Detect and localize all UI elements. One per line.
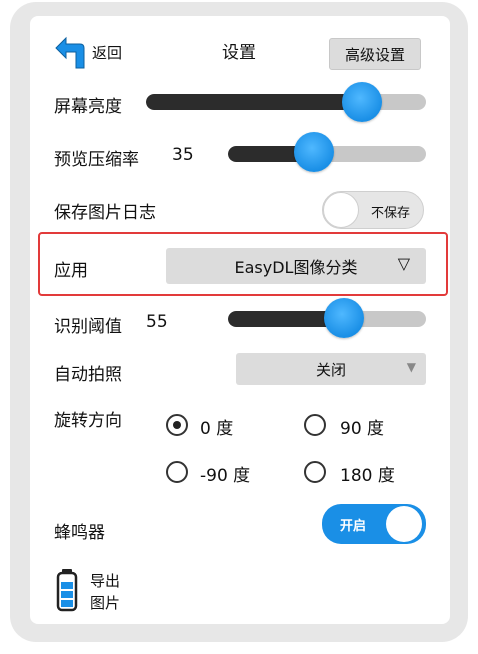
compression-value: 35 [172,145,194,165]
compression-label: 预览压缩率 [54,150,139,170]
back-label: 返回 [92,44,123,62]
radio-dot [173,421,181,429]
threshold-label: 识别阈值 [54,317,122,337]
rotation-option-label: 0 度 [200,419,234,439]
rotation-option-neg90[interactable]: -90 度 [166,459,286,487]
chevron-down-icon: ▼ [406,360,416,374]
radio-unselected[interactable] [304,461,326,483]
threshold-value: 55 [146,312,168,332]
back-button[interactable]: 返回 [54,34,134,70]
buzzer-label: 蜂鸣器 [54,523,105,543]
rotation-option-90[interactable]: 90 度 [304,412,414,440]
rotation-option-0[interactable]: 0 度 [166,412,276,440]
buzzer-toggle[interactable]: 开启 [322,504,426,544]
auto-capture-dropdown[interactable]: 关闭 ▼ [236,353,426,385]
rotation-option-label: 90 度 [340,419,385,439]
radio-unselected[interactable] [166,461,188,483]
brightness-label: 屏幕亮度 [54,97,122,117]
brightness-slider-fill [146,94,362,110]
battery-icon [56,569,78,612]
auto-capture-dropdown-value: 关闭 [315,360,346,379]
save-log-toggle[interactable]: 不保存 [322,191,424,229]
radio-selected[interactable] [166,414,188,436]
rotation-label: 旋转方向 [54,411,122,431]
advanced-settings-button[interactable]: 高级设置 [329,38,421,70]
export-images-button[interactable]: 导出 图片 [56,568,146,614]
back-arrow-icon [55,36,85,69]
export-label-line1: 导出 [90,572,121,590]
export-label-line2: 图片 [90,594,121,612]
auto-capture-label: 自动拍照 [54,365,122,385]
app-dropdown[interactable]: EasyDL图像分类 ▽ [166,248,426,284]
radio-unselected[interactable] [304,414,326,436]
brightness-slider[interactable] [146,94,426,110]
app-dropdown-value: EasyDL图像分类 [234,258,358,277]
rotation-option-label: -90 度 [200,466,251,486]
buzzer-toggle-text: 开启 [340,519,367,534]
page-title: 设置 [222,43,256,63]
rotation-option-label: 180 度 [340,466,395,486]
threshold-slider-thumb[interactable] [324,298,364,338]
save-log-toggle-knob [323,192,359,228]
compression-slider-thumb[interactable] [294,132,334,172]
save-log-label: 保存图片日志 [54,203,156,223]
brightness-slider-thumb[interactable] [342,82,382,122]
rotation-option-180[interactable]: 180 度 [304,459,424,487]
chevron-down-icon: ▽ [397,254,410,273]
buzzer-toggle-knob [386,506,422,542]
app-label: 应用 [54,261,88,281]
save-log-toggle-text: 不保存 [371,206,411,221]
